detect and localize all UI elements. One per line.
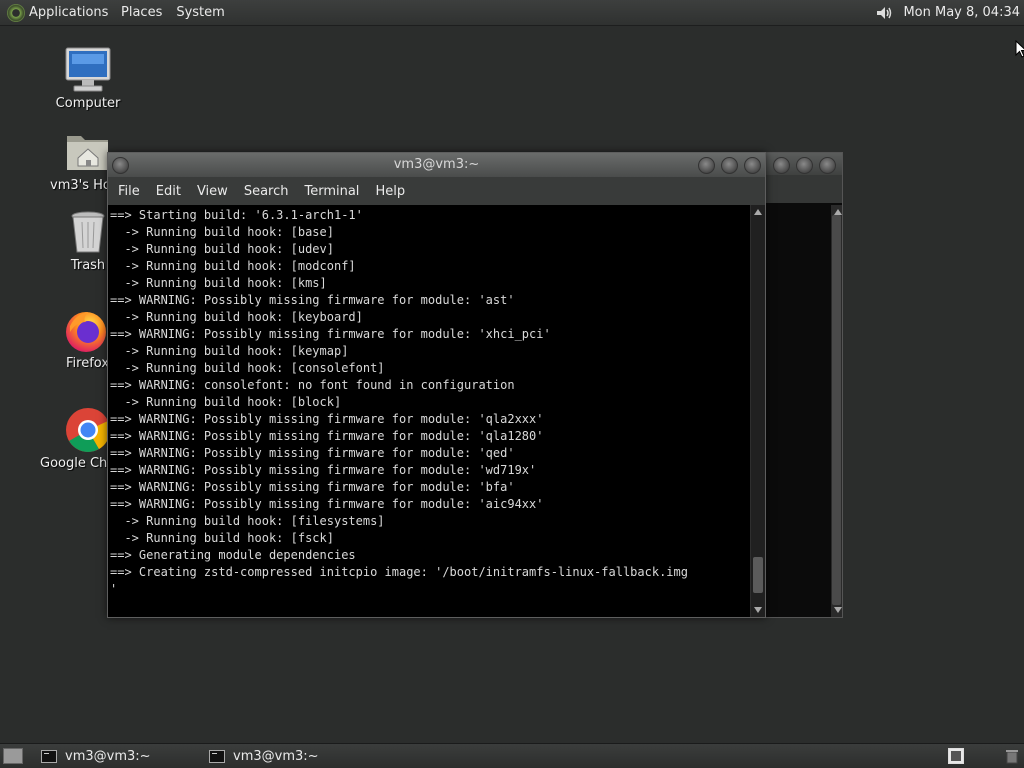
minimize-button[interactable]: [698, 157, 715, 174]
terminal-line: -> Running build hook: [filesystems]: [110, 514, 385, 528]
minimize-button[interactable]: [773, 157, 790, 174]
window-menubar: [765, 175, 842, 203]
scroll-down-arrow-icon[interactable]: [754, 607, 762, 613]
terminal-line: -> Running build hook: [fsck]: [110, 531, 334, 545]
terminal-line: -> Running build hook: [block]: [110, 395, 342, 409]
terminal-line: -> Running build hook: [modconf]: [110, 259, 356, 273]
taskbar-item-label: vm3@vm3:~: [233, 748, 319, 764]
places-menu[interactable]: Places: [114, 5, 169, 20]
maximize-button[interactable]: [721, 157, 738, 174]
terminal-line: ==> Starting build: '6.3.1-arch1-1': [110, 208, 363, 222]
home-folder-icon: [64, 128, 108, 176]
taskbar-item-label: vm3@vm3:~: [65, 748, 151, 764]
terminal-line: ==> WARNING: Possibly missing firmware f…: [110, 446, 515, 460]
window-title: vm3@vm3:~: [393, 157, 480, 172]
scrollbar[interactable]: [750, 205, 765, 617]
desktop-icon-label: Firefox: [66, 356, 108, 371]
close-button[interactable]: [819, 157, 836, 174]
terminal-line: -> Running build hook: [kms]: [110, 276, 327, 290]
top-panel: Applications Places System Mon May 8, 04…: [0, 0, 1024, 26]
workspace-switcher[interactable]: [948, 748, 964, 764]
terminal-line: -> Running build hook: [udev]: [110, 242, 334, 256]
scroll-down-arrow-icon[interactable]: [834, 607, 842, 613]
menu-view[interactable]: View: [189, 184, 236, 199]
menu-search[interactable]: Search: [236, 184, 297, 199]
terminal-line: ==> WARNING: Possibly missing firmware f…: [110, 293, 515, 307]
terminal-icon: [209, 749, 225, 763]
terminal-window[interactable]: vm3@vm3:~ File Edit View Search Terminal…: [107, 152, 766, 618]
menu-help[interactable]: Help: [367, 184, 413, 199]
scrollbar-thumb[interactable]: [753, 557, 763, 593]
scrollbar[interactable]: [831, 205, 842, 617]
terminal-line: ==> Creating zstd-compressed initcpio im…: [110, 565, 688, 579]
applications-menu[interactable]: Applications: [29, 5, 114, 20]
terminal-line: -> Running build hook: [keymap]: [110, 344, 349, 358]
terminal-line: -> Running build hook: [keyboard]: [110, 310, 363, 324]
window-titlebar[interactable]: vm3@vm3:~: [108, 153, 765, 177]
terminal-output[interactable]: ==> Starting build: '6.3.1-arch1-1' -> R…: [108, 205, 751, 617]
terminal-line: -> Running build hook: [consolefont]: [110, 361, 385, 375]
terminal-menubar: File Edit View Search Terminal Help: [108, 177, 765, 205]
terminal-line: ==> WARNING: Possibly missing firmware f…: [110, 429, 544, 443]
system-menu[interactable]: System: [169, 5, 231, 20]
desktop-icon-label: Google Chrome: [40, 456, 108, 471]
terminal-line: -> Running build hook: [base]: [110, 225, 334, 239]
maximize-button[interactable]: [796, 157, 813, 174]
close-button[interactable]: [744, 157, 761, 174]
mouse-pointer-icon: [1015, 39, 1024, 62]
scrollbar-thumb[interactable]: [832, 215, 841, 605]
terminal-icon: [41, 749, 57, 763]
terminal-line: ==> WARNING: Possibly missing firmware f…: [110, 463, 537, 477]
terminal-line: ': [110, 582, 118, 596]
volume-icon[interactable]: [873, 2, 895, 24]
applications-menu-icon[interactable]: [7, 3, 25, 22]
taskbar-item[interactable]: vm3@vm3:~: [41, 745, 191, 767]
menu-edit[interactable]: Edit: [148, 184, 189, 199]
terminal-line: ==> WARNING: Possibly missing firmware f…: [110, 497, 544, 511]
desktop-icon-computer[interactable]: Computer: [40, 46, 136, 111]
clock[interactable]: Mon May 8, 04:34: [895, 5, 1024, 20]
menu-file[interactable]: File: [110, 184, 148, 199]
terminal-line: ==> WARNING: consolefont: no font found …: [110, 378, 515, 392]
computer-icon: [64, 46, 112, 94]
show-desktop-icon[interactable]: [3, 748, 23, 764]
desktop-icon-firefox[interactable]: Firefox: [40, 306, 108, 371]
terminal-line: ==> WARNING: Possibly missing firmware f…: [110, 327, 551, 341]
scroll-up-arrow-icon[interactable]: [754, 209, 762, 215]
chrome-icon: [64, 406, 108, 454]
desktop-icon-home[interactable]: vm3's Home: [40, 128, 108, 193]
terminal-line: ==> WARNING: Possibly missing firmware f…: [110, 480, 515, 494]
terminal-line: ==> WARNING: Possibly missing firmware f…: [110, 412, 544, 426]
trash-icon: [64, 208, 112, 256]
firefox-icon: [62, 306, 108, 354]
window-titlebar[interactable]: [765, 153, 842, 175]
trash-applet-icon[interactable]: [1004, 748, 1020, 764]
desktop-icon-label: vm3's Home: [50, 178, 108, 193]
menu-terminal[interactable]: Terminal: [296, 184, 367, 199]
bottom-panel: vm3@vm3:~ vm3@vm3:~: [0, 743, 1024, 768]
desktop-icon-label: Computer: [55, 96, 121, 111]
taskbar-item[interactable]: vm3@vm3:~: [209, 745, 359, 767]
desktop-icon-chrome[interactable]: Google Chrome: [40, 406, 108, 471]
terminal-line: ==> Generating module dependencies: [110, 548, 356, 562]
background-terminal-window[interactable]: [764, 152, 843, 618]
